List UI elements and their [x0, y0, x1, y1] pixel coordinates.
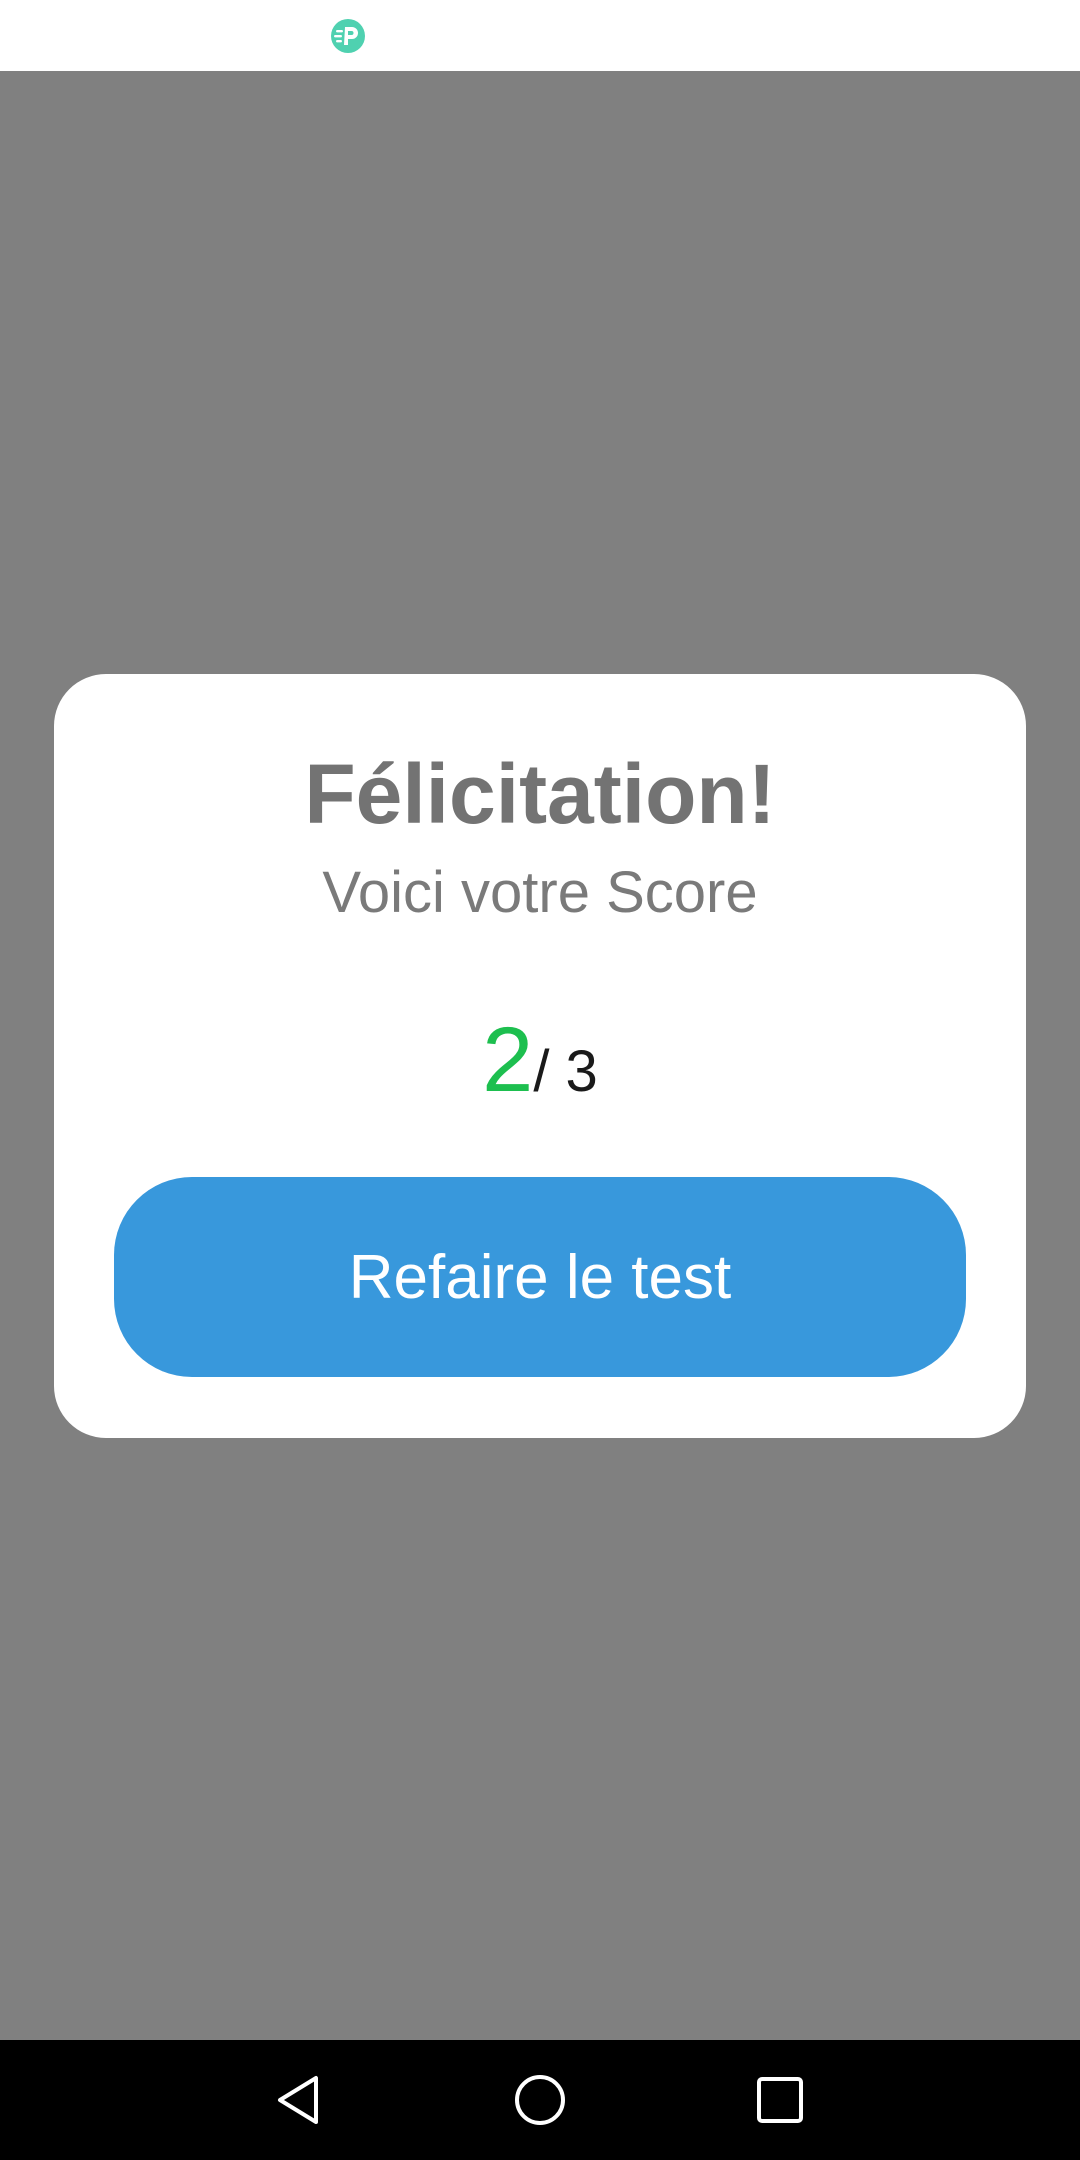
score-dialog: Félicitation! Voici votre Score 2/ 3 Ref…	[54, 674, 1026, 1438]
status-bar	[0, 0, 1080, 71]
score-total: / 3	[533, 1039, 598, 1104]
score-value: 2	[482, 1009, 534, 1111]
app-notification-icon	[330, 18, 366, 54]
home-icon[interactable]	[504, 2064, 576, 2136]
navigation-bar	[0, 2040, 1080, 2160]
retry-test-button[interactable]: Refaire le test	[114, 1177, 966, 1377]
recents-icon[interactable]	[744, 2064, 816, 2136]
back-icon[interactable]	[264, 2064, 336, 2136]
score-display: 2/ 3	[54, 1014, 1026, 1106]
dialog-title: Félicitation!	[304, 747, 776, 841]
dialog-subtitle: Voici votre Score	[322, 860, 758, 925]
